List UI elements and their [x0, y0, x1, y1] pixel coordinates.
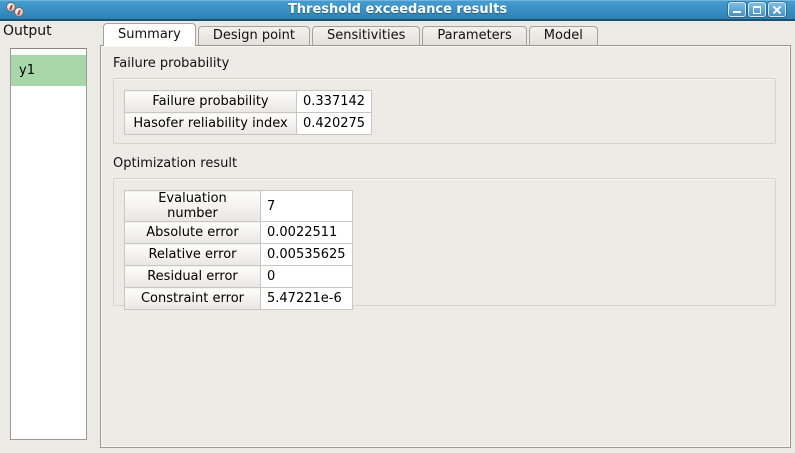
table-row: Residual error 0 [125, 266, 353, 288]
row-label: Relative error [125, 244, 261, 266]
optimization-result-frame: Evaluation number 7 Absolute error 0.002… [113, 178, 776, 306]
tab-design-point[interactable]: Design point [198, 26, 310, 45]
row-value: 5.47221e-6 [261, 288, 353, 310]
failure-probability-table: Failure probability 0.337142 Hasofer rel… [124, 90, 372, 135]
row-label: Hasofer reliability index [125, 113, 297, 135]
failure-probability-frame: Failure probability 0.337142 Hasofer rel… [113, 78, 776, 144]
table-row: Failure probability 0.337142 [125, 91, 372, 113]
row-value: 0.337142 [297, 91, 372, 113]
optimization-result-table: Evaluation number 7 Absolute error 0.002… [124, 190, 353, 310]
optimization-result-group-title: Optimization result [113, 156, 776, 174]
minimize-icon [733, 11, 741, 13]
row-value: 7 [261, 191, 353, 222]
table-row: Constraint error 5.47221e-6 [125, 288, 353, 310]
tab-sensitivities[interactable]: Sensitivities [312, 26, 420, 45]
maximize-icon [753, 6, 761, 14]
titlebar[interactable]: Threshold exceedance results [0, 0, 795, 21]
optimization-result-group: Optimization result Evaluation number 7 … [113, 156, 776, 306]
row-value: 0 [261, 266, 353, 288]
maximize-button[interactable] [748, 2, 766, 17]
close-button[interactable] [768, 2, 786, 17]
table-row: Hasofer reliability index 0.420275 [125, 113, 372, 135]
row-value: 0.420275 [297, 113, 372, 135]
tabbar: Summary Design point Sensitivities Param… [100, 23, 791, 45]
window-title: Threshold exceedance results [0, 0, 795, 19]
output-panel-header: Output [3, 23, 52, 39]
row-label: Residual error [125, 266, 261, 288]
row-value: 0.00535625 [261, 244, 353, 266]
row-value: 0.0022511 [261, 222, 353, 244]
output-list-item-y1[interactable]: y1 [11, 55, 86, 86]
tab-summary[interactable]: Summary [103, 23, 196, 46]
tab-model[interactable]: Model [529, 26, 598, 45]
row-label: Evaluation number [125, 191, 261, 222]
tab-parameters[interactable]: Parameters [422, 26, 526, 45]
table-row: Absolute error 0.0022511 [125, 222, 353, 244]
output-list[interactable]: y1 [10, 48, 87, 440]
failure-probability-group-title: Failure probability [113, 56, 776, 74]
row-label: Failure probability [125, 91, 297, 113]
row-label: Absolute error [125, 222, 261, 244]
table-row: Relative error 0.00535625 [125, 244, 353, 266]
results-tab-widget: Summary Design point Sensitivities Param… [100, 23, 791, 448]
minimize-button[interactable] [728, 2, 746, 17]
output-panel: Output y1 [0, 21, 100, 453]
window-controls [728, 2, 786, 17]
summary-tab-panel: Failure probability Failure probability … [100, 45, 791, 448]
application-window: Threshold exceedance results Output y1 S… [0, 0, 795, 453]
row-label: Constraint error [125, 288, 261, 310]
table-row: Evaluation number 7 [125, 191, 353, 222]
failure-probability-group: Failure probability Failure probability … [113, 56, 776, 144]
